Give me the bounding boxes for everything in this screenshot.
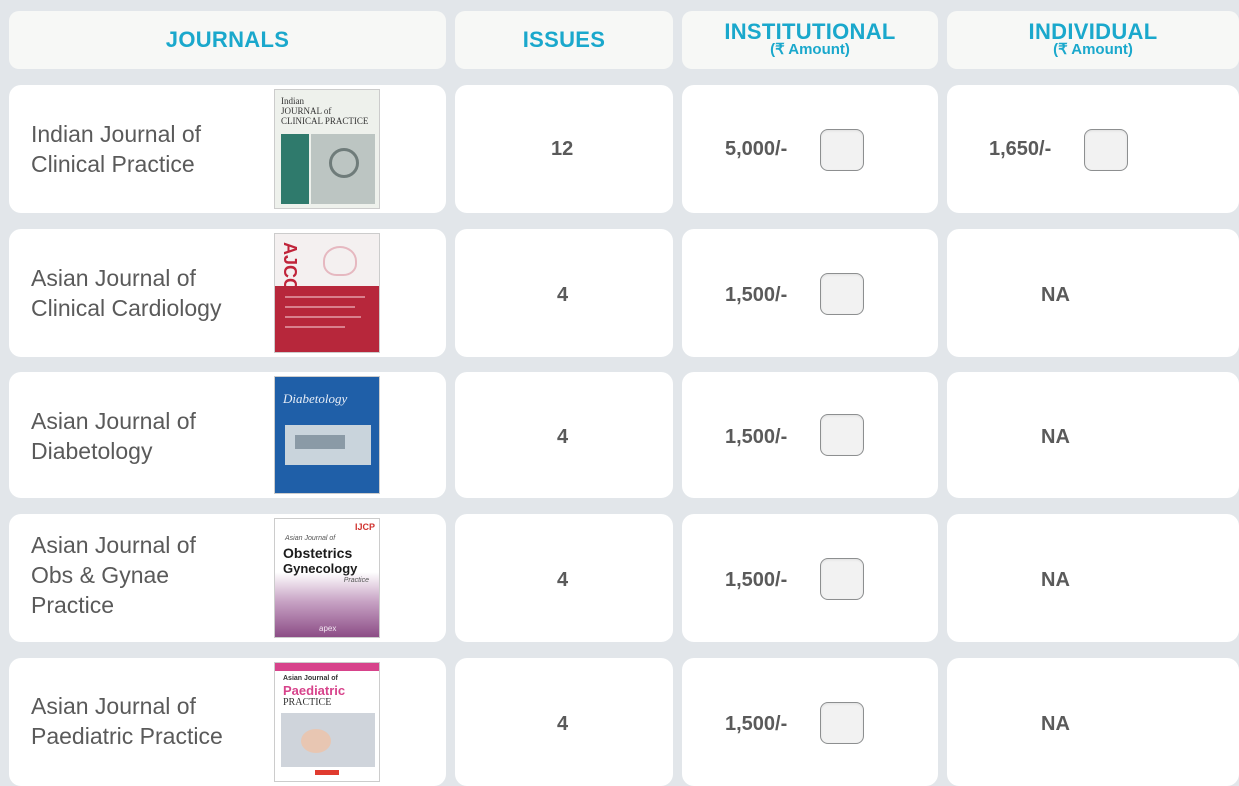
issues-value: 4 — [557, 569, 569, 591]
cover-title-line: CLINICAL PRACTICE — [281, 116, 369, 126]
issues-value: 12 — [551, 138, 574, 160]
header-journals: JOURNALS — [9, 11, 446, 69]
cover-subtitle: Asian Journal of — [283, 675, 338, 682]
institutional-cell: 1,500/- — [682, 229, 938, 357]
header-institutional: INSTITUTIONAL (₹ Amount) — [682, 11, 938, 69]
institutional-checkbox[interactable] — [820, 129, 864, 171]
individual-price: 1,650/- — [989, 138, 1052, 160]
institutional-price: 1,500/- — [725, 284, 788, 306]
journal-name: Indian Journal of Clinical Practice — [31, 119, 201, 179]
journal-name: Asian Journal of Paediatric Practice — [31, 691, 223, 751]
journal-cover-image: IJCP Asian Journal of Obstetrics Gynecol… — [274, 518, 380, 638]
header-institutional-label: INSTITUTIONAL — [724, 19, 896, 44]
individual-cell: NA — [947, 229, 1239, 357]
cover-title-2: PRACTICE — [283, 697, 332, 708]
individual-value: NA — [1041, 569, 1070, 591]
header-institutional-sub: (₹ Amount) — [770, 41, 850, 58]
header-individual: INDIVIDUAL (₹ Amount) — [947, 11, 1239, 69]
cover-heart — [323, 246, 357, 276]
cover-photo — [285, 425, 371, 465]
journal-cover-image: Diabetology — [274, 376, 380, 494]
cover-title-line: JOURNAL of — [281, 106, 332, 116]
journal-name: Asian Journal of Obs & Gynae Practice — [31, 530, 196, 620]
institutional-price: 5,000/- — [725, 138, 788, 160]
journal-name-line: Indian Journal of — [31, 121, 202, 147]
individual-cell: NA — [947, 658, 1239, 786]
issues-cell: 12 — [455, 85, 673, 213]
cover-title-1: Paediatric — [283, 683, 346, 698]
journal-name-line: Paediatric Practice — [31, 723, 223, 749]
cover-title: Indian JOURNAL of CLINICAL PRACTICE — [281, 96, 368, 126]
individual-value: NA — [1041, 426, 1070, 448]
individual-cell: NA — [947, 514, 1239, 642]
individual-value: NA — [1041, 713, 1070, 735]
institutional-price: 1,500/- — [725, 569, 788, 591]
issues-value: 4 — [557, 284, 569, 306]
journal-name-line: Diabetology — [31, 438, 153, 464]
issues-value: 4 — [557, 426, 569, 448]
journal-name-line: Asian Journal of — [31, 693, 196, 719]
cover-photo — [311, 134, 375, 204]
header-journals-label: JOURNALS — [165, 27, 290, 52]
issues-cell: 4 — [455, 229, 673, 357]
journal-cover-image: Asian Journal of Paediatric PRACTICE — [274, 662, 380, 782]
header-individual-sub: (₹ Amount) — [1053, 41, 1133, 58]
header-issues: ISSUES — [455, 11, 673, 69]
cover-sidebar — [281, 134, 309, 204]
journal-cell: Indian Journal of Clinical Practice Indi… — [9, 85, 446, 213]
issues-cell: 4 — [455, 372, 673, 498]
journal-name-line: Asian Journal of — [31, 265, 196, 291]
issues-cell: 4 — [455, 658, 673, 786]
journal-cell: Asian Journal of Obs & Gynae Practice IJ… — [9, 514, 446, 642]
individual-value: NA — [1041, 284, 1070, 306]
institutional-cell: 1,500/- — [682, 514, 938, 642]
header-issues-label: ISSUES — [522, 27, 606, 52]
journal-name-line: Practice — [31, 592, 115, 618]
individual-checkbox[interactable] — [1084, 129, 1128, 171]
institutional-checkbox[interactable] — [820, 702, 864, 744]
journal-name-line: Asian Journal of — [31, 532, 196, 558]
cover-band — [275, 286, 379, 352]
cover-footer: apex — [319, 624, 337, 633]
individual-cell: NA — [947, 372, 1239, 498]
journal-name: Asian Journal of Diabetology — [31, 406, 196, 466]
journal-name-line: Clinical Practice — [31, 151, 195, 177]
institutional-price: 1,500/- — [725, 713, 788, 735]
cover-title-3: Practice — [343, 577, 369, 584]
cover-footer-band — [315, 770, 339, 775]
journal-cell: Asian Journal of Diabetology Diabetology — [9, 372, 446, 498]
header-individual-label: INDIVIDUAL — [1028, 19, 1158, 44]
cover-logo: AJCC — [280, 241, 301, 292]
journal-name: Asian Journal of Clinical Cardiology — [31, 263, 221, 323]
cover-photo — [281, 713, 375, 767]
journal-name-line: Asian Journal of — [31, 408, 196, 434]
institutional-cell: 1,500/- — [682, 372, 938, 498]
institutional-checkbox[interactable] — [820, 414, 864, 456]
cover-title-line: Indian — [281, 96, 304, 106]
cover-top-band — [275, 663, 379, 671]
cover-title-1: Obstetrics — [283, 545, 353, 561]
journal-name-line: Clinical Cardiology — [31, 295, 222, 321]
institutional-checkbox[interactable] — [820, 558, 864, 600]
journal-cover-image: AJCC — [274, 233, 380, 353]
cover-title: Diabetology — [283, 391, 348, 406]
cover-title-2: Gynecology — [283, 561, 358, 576]
institutional-checkbox[interactable] — [820, 273, 864, 315]
journal-name-line: Obs & Gynae — [31, 562, 170, 588]
journal-cover-image: Indian JOURNAL of CLINICAL PRACTICE — [274, 89, 380, 209]
journal-cell: Asian Journal of Paediatric Practice Asi… — [9, 658, 446, 786]
cover-subtitle: Asian Journal of — [285, 535, 336, 542]
issues-cell: 4 — [455, 514, 673, 642]
institutional-cell: 5,000/- — [682, 85, 938, 213]
institutional-price: 1,500/- — [725, 426, 788, 448]
cover-badge: IJCP — [354, 522, 375, 532]
issues-value: 4 — [557, 713, 569, 735]
journal-cell: Asian Journal of Clinical Cardiology AJC… — [9, 229, 446, 357]
individual-cell: 1,650/- — [947, 85, 1239, 213]
institutional-cell: 1,500/- — [682, 658, 938, 786]
